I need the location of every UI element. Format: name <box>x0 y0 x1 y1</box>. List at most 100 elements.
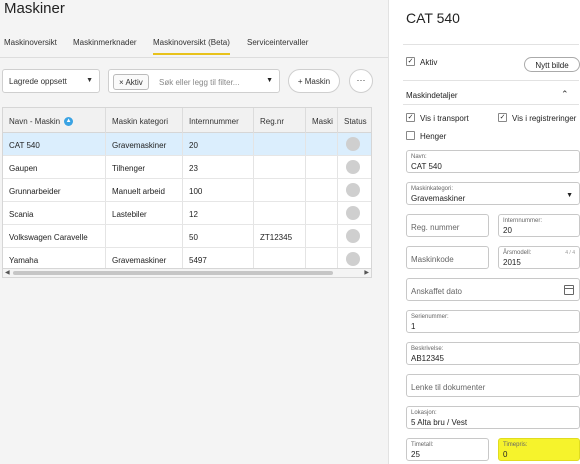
table-row[interactable]: Grunnarbeider Manuelt arbeid 100 <box>3 179 371 202</box>
anskaffet-dato-placeholder: Anskaffet dato <box>411 287 462 296</box>
timepris-label: Timepris: <box>503 442 528 448</box>
cell-reg <box>254 248 306 268</box>
tab-maskinmerknader[interactable]: Maskinmerknader <box>73 38 137 53</box>
timetall-label: Timetall: <box>411 442 434 448</box>
column-header-kategori[interactable]: Maskin kategori <box>106 108 183 133</box>
cell-internal: 100 <box>183 179 254 201</box>
lenke-dokumenter-field[interactable]: Lenke til dokumenter <box>406 374 580 397</box>
more-options-button[interactable]: ··· <box>349 69 373 93</box>
column-header-navn[interactable]: Navn - Maskin ▲ <box>3 108 106 133</box>
cell-reg <box>254 156 306 178</box>
arsmodell-value: 2015 <box>503 258 521 267</box>
scroll-right-icon[interactable]: ▶ <box>364 269 369 276</box>
cell-category: Gravemaskiner <box>106 133 183 155</box>
lenke-dokumenter-placeholder: Lenke til dokumenter <box>411 383 486 392</box>
add-machine-button[interactable]: + Maskin <box>288 69 340 93</box>
arsmodell-counter: 4 / 4 <box>565 250 575 256</box>
arsmodell-field[interactable]: Årsmodell: 4 / 4 2015 <box>498 246 580 269</box>
cell-name: Grunnarbeider <box>3 179 106 201</box>
cell-reg <box>254 179 306 201</box>
status-indicator <box>346 206 360 220</box>
henger-checkbox[interactable] <box>406 131 415 140</box>
table-row[interactable]: Yamaha Gravemaskiner 5497 <box>3 248 371 268</box>
filter-input[interactable]: × Aktiv Søk eller legg til filter... ▼ <box>108 69 280 93</box>
sort-ascending-icon[interactable]: ▲ <box>64 117 74 127</box>
status-indicator <box>346 252 360 266</box>
cell-internal: 20 <box>183 133 254 155</box>
chevron-up-icon[interactable]: ⌃ <box>561 89 569 100</box>
cell-name: Gaupen <box>3 156 106 178</box>
cell-maski <box>306 248 338 268</box>
cell-maski <box>306 202 338 224</box>
column-header-maski[interactable]: Maski <box>306 108 338 133</box>
cell-internal: 12 <box>183 202 254 224</box>
beskrivelse-label: Beskrivelse: <box>411 346 444 352</box>
timetall-field[interactable]: Timetall: 25 <box>406 438 489 461</box>
maskinkategori-value: Gravemaskiner <box>411 194 466 203</box>
table-row[interactable]: Volkswagen Caravelle 50 ZT12345 <box>3 225 371 248</box>
divider <box>403 44 579 45</box>
cell-name: Yamaha <box>3 248 106 268</box>
horizontal-scrollbar[interactable]: ◀ ▶ <box>2 269 372 278</box>
column-header-regnr[interactable]: Reg.nr <box>254 108 306 133</box>
maskinkategori-label: Maskinkategori: <box>411 186 454 192</box>
vis-i-registreringer-checkbox[interactable]: ✓ <box>498 113 507 122</box>
anskaffet-dato-field[interactable]: Anskaffet dato <box>406 278 580 301</box>
scrollbar-thumb[interactable] <box>13 271 333 275</box>
machine-detail-pane: CAT 540 ✓ Aktiv Nytt bilde Maskindetalje… <box>388 0 580 464</box>
column-header-status[interactable]: Status <box>338 108 371 133</box>
maskinkode-placeholder: Maskinkode <box>411 255 454 264</box>
cell-category: Gravemaskiner <box>106 248 183 268</box>
scroll-left-icon[interactable]: ◀ <box>5 269 10 276</box>
serienummer-label: Serienummer: <box>411 314 449 320</box>
tab-serviceintervaller[interactable]: Serviceintervaller <box>247 38 308 53</box>
grid-toolbar: Lagrede oppsett ▼ × Aktiv Søk eller legg… <box>0 69 388 95</box>
internnummer-field[interactable]: Internnummer: 20 <box>498 214 580 237</box>
cell-reg <box>254 133 306 155</box>
lokasjon-field[interactable]: Lokasjon: 5 Alta bru / Vest <box>406 406 580 429</box>
beskrivelse-field[interactable]: Beskrivelse: AB12345 <box>406 342 580 365</box>
machine-grid: Navn - Maskin ▲ Maskin kategori Internnum… <box>2 107 372 269</box>
lokasjon-value: 5 Alta bru / Vest <box>411 418 468 427</box>
maskinkode-field[interactable]: Maskinkode <box>406 246 489 269</box>
tab-maskinoversikt[interactable]: Maskinoversikt <box>4 38 57 53</box>
cell-category: Tilhenger <box>106 156 183 178</box>
timepris-field[interactable]: Timepris: 0 <box>498 438 580 461</box>
saved-layout-label: Lagrede oppsett <box>9 77 67 86</box>
filter-placeholder: Søk eller legg til filter... <box>159 78 240 87</box>
serienummer-field[interactable]: Serienummer: 1 <box>406 310 580 333</box>
table-row[interactable]: Gaupen Tilhenger 23 <box>3 156 371 179</box>
saved-layout-select[interactable]: Lagrede oppsett ▼ <box>2 69 100 93</box>
vis-i-transport-checkbox[interactable]: ✓ <box>406 113 415 122</box>
cell-internal: 5497 <box>183 248 254 268</box>
page-title: Maskiner <box>4 0 65 17</box>
navn-field[interactable]: Navn: CAT 540 <box>406 150 580 173</box>
table-row[interactable]: Scania Lastebiler 12 <box>3 202 371 225</box>
henger-label: Henger <box>420 132 447 141</box>
reg-nummer-placeholder: Reg. nummer <box>411 223 460 232</box>
tab-maskinoversikt-beta[interactable]: Maskinoversikt (Beta) <box>153 38 230 55</box>
internnummer-label: Internnummer: <box>503 218 543 224</box>
reg-nummer-field[interactable]: Reg. nummer <box>406 214 489 237</box>
cell-category <box>106 225 183 247</box>
calendar-icon[interactable] <box>564 285 574 295</box>
serienummer-value: 1 <box>411 322 416 331</box>
table-row[interactable]: CAT 540 Gravemaskiner 20 <box>3 133 371 156</box>
maskinkategori-select[interactable]: Maskinkategori: Gravemaskiner ▼ <box>406 182 580 205</box>
cell-maski <box>306 133 338 155</box>
vis-i-transport-label: Vis i transport <box>420 114 469 123</box>
tab-bar: Maskinoversikt Maskinmerknader Maskinove… <box>0 38 388 58</box>
cell-category: Manuelt arbeid <box>106 179 183 201</box>
caret-down-icon: ▼ <box>566 192 573 199</box>
new-image-button[interactable]: Nytt bilde <box>524 57 580 72</box>
column-header-internnummer[interactable]: Internnummer <box>183 108 254 133</box>
cell-maski <box>306 225 338 247</box>
cell-reg: ZT12345 <box>254 225 306 247</box>
tabs-divider <box>0 57 388 58</box>
status-indicator <box>346 160 360 174</box>
divider <box>403 80 579 81</box>
vis-i-registreringer-label: Vis i registreringer <box>512 114 577 123</box>
filter-chip-aktiv[interactable]: × Aktiv <box>113 74 149 90</box>
active-checkbox[interactable]: ✓ <box>406 57 415 66</box>
machine-overview-pane: Maskiner Maskinoversikt Maskinmerknader … <box>0 0 388 464</box>
